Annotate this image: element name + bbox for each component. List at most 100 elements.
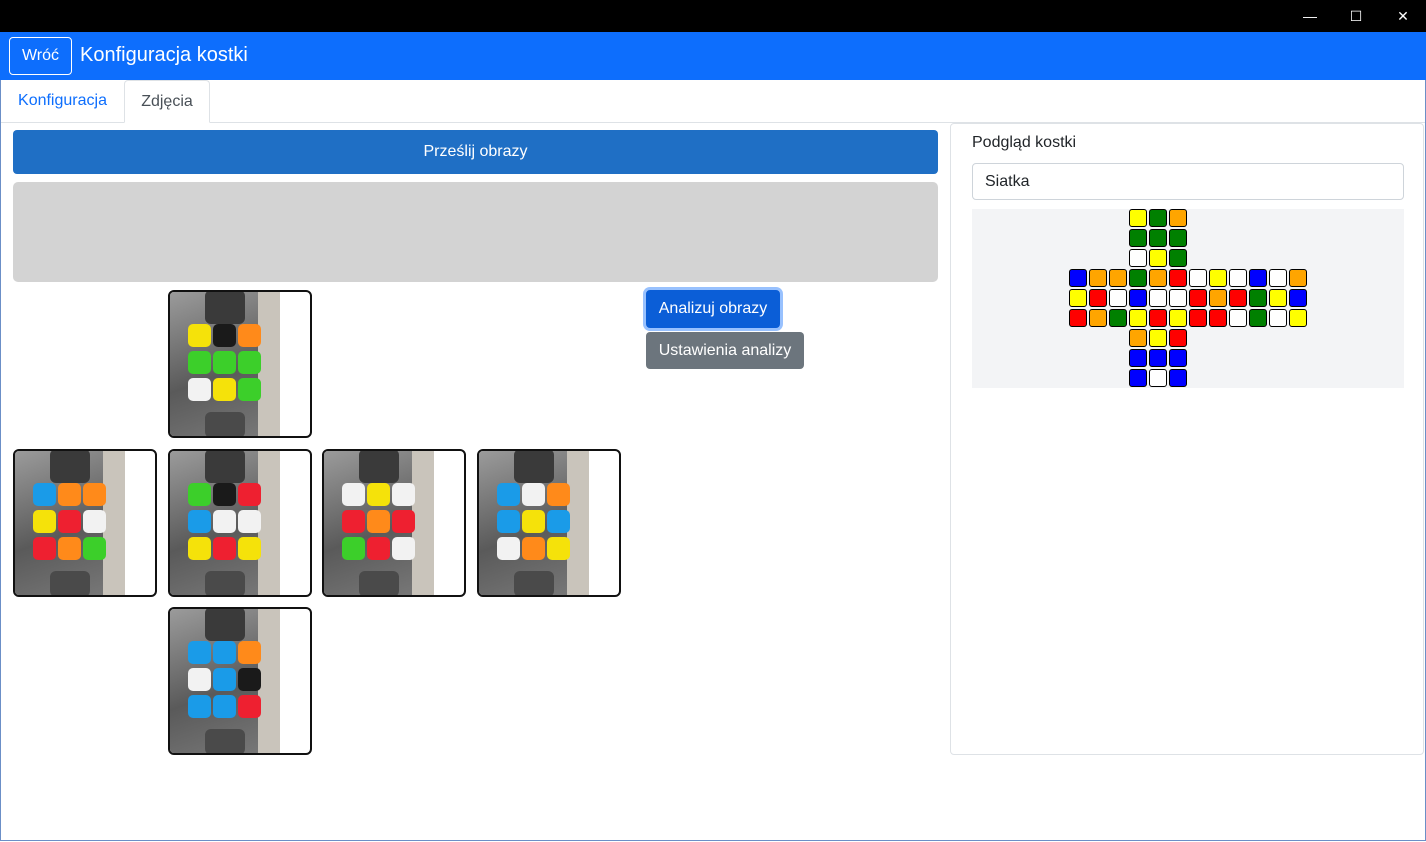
photo-thumbnail-top[interactable] xyxy=(168,290,312,438)
net-cell-back xyxy=(1289,289,1307,307)
net-cell-up xyxy=(1169,209,1187,227)
net-cell-back xyxy=(1269,309,1287,327)
net-cell-down xyxy=(1169,349,1187,367)
analysis-settings-button[interactable]: Ustawienia analizy xyxy=(646,332,804,369)
net-cell-right xyxy=(1209,289,1227,307)
cube-sticker xyxy=(213,537,236,560)
image-dropzone[interactable] xyxy=(13,182,938,282)
net-cell-up xyxy=(1169,249,1187,267)
net-cell-down xyxy=(1169,369,1187,387)
upload-images-button[interactable]: Prześlij obrazy xyxy=(13,130,938,174)
net-cell-left xyxy=(1069,289,1087,307)
cube-sticker xyxy=(547,483,570,506)
net-cell-up xyxy=(1129,249,1147,267)
net-cell-right xyxy=(1229,309,1247,327)
cube-sticker xyxy=(188,483,211,506)
cube-photo xyxy=(170,609,280,753)
net-cell-front xyxy=(1129,289,1147,307)
net-cell-down xyxy=(1129,369,1147,387)
photo-thumbnail-bottom[interactable] xyxy=(168,607,312,755)
cube-sticker xyxy=(83,510,106,533)
cube-sticker xyxy=(213,641,236,664)
net-cell-back xyxy=(1269,289,1287,307)
cube-sticker xyxy=(188,378,211,401)
cube-sticker xyxy=(33,510,56,533)
back-button[interactable]: Wróć xyxy=(9,37,72,75)
photo-thumbnail-front[interactable] xyxy=(168,449,312,597)
cube-sticker xyxy=(213,378,236,401)
net-cell-front xyxy=(1169,309,1187,327)
cube-sticker xyxy=(33,537,56,560)
net-cell-left xyxy=(1089,309,1107,327)
cube-sticker xyxy=(522,483,545,506)
photo-thumbnail-back[interactable] xyxy=(477,449,621,597)
photo-thumbnail-left[interactable] xyxy=(13,449,157,597)
minimize-button[interactable]: — xyxy=(1287,0,1333,32)
net-cell-down xyxy=(1149,329,1167,347)
net-cell-up xyxy=(1149,229,1167,247)
net-cell-left xyxy=(1109,309,1127,327)
cube-sticker xyxy=(188,668,211,691)
net-cell-back xyxy=(1249,269,1267,287)
analyze-images-button[interactable]: Analizuj obrazy xyxy=(646,290,780,328)
net-cell-left xyxy=(1089,289,1107,307)
photo-thumbnail-right[interactable] xyxy=(322,449,466,597)
cube-sticker xyxy=(238,324,261,347)
cube-sticker xyxy=(83,483,106,506)
tab-bar: Konfiguracja Zdjęcia xyxy=(0,80,1426,123)
net-cell-left xyxy=(1069,269,1087,287)
cube-sticker xyxy=(238,641,261,664)
cube-sticker xyxy=(392,483,415,506)
net-cell-right xyxy=(1229,289,1247,307)
cube-sticker xyxy=(392,510,415,533)
cube-sticker xyxy=(213,351,236,374)
net-cell-down xyxy=(1149,369,1167,387)
net-cell-back xyxy=(1289,269,1307,287)
cube-sticker xyxy=(58,483,81,506)
cube-photo xyxy=(479,451,589,595)
net-cell-right xyxy=(1189,269,1207,287)
cube-sticker xyxy=(238,537,261,560)
cube-sticker xyxy=(188,324,211,347)
cube-preview-panel: Podgląd kostki Siatka xyxy=(950,123,1424,755)
net-cell-down xyxy=(1129,349,1147,367)
net-cell-back xyxy=(1249,289,1267,307)
cube-sticker xyxy=(58,510,81,533)
net-cell-right xyxy=(1189,309,1207,327)
cube-photo xyxy=(324,451,434,595)
cube-sticker xyxy=(33,483,56,506)
net-cell-back xyxy=(1289,309,1307,327)
cube-sticker xyxy=(547,510,570,533)
cube-photo xyxy=(170,292,280,436)
net-cell-right xyxy=(1229,269,1247,287)
cube-sticker xyxy=(188,537,211,560)
cube-sticker xyxy=(188,510,211,533)
cube-sticker xyxy=(238,483,261,506)
net-cell-up xyxy=(1129,209,1147,227)
cube-sticker xyxy=(497,537,520,560)
net-cell-up xyxy=(1129,229,1147,247)
cube-sticker xyxy=(367,483,390,506)
net-cell-up xyxy=(1169,229,1187,247)
cube-photo xyxy=(15,451,125,595)
cube-sticker xyxy=(188,641,211,664)
tab-photos[interactable]: Zdjęcia xyxy=(124,80,210,123)
net-cell-right xyxy=(1209,309,1227,327)
net-cell-down xyxy=(1149,349,1167,367)
app-header: Wróć Konfiguracja kostki xyxy=(0,32,1426,80)
cube-sticker xyxy=(342,537,365,560)
close-button[interactable]: ✕ xyxy=(1380,0,1426,32)
net-cell-front xyxy=(1169,289,1187,307)
cube-sticker xyxy=(367,510,390,533)
cube-sticker xyxy=(238,510,261,533)
net-cell-back xyxy=(1269,269,1287,287)
net-cell-right xyxy=(1209,269,1227,287)
view-mode-select[interactable]: Siatka xyxy=(972,163,1404,200)
maximize-button[interactable]: ☐ xyxy=(1333,0,1379,32)
cube-sticker xyxy=(213,510,236,533)
tab-configuration[interactable]: Konfiguracja xyxy=(7,80,118,122)
cube-sticker xyxy=(58,537,81,560)
net-cell-up xyxy=(1149,249,1167,267)
cube-sticker xyxy=(342,483,365,506)
cube-sticker xyxy=(213,483,236,506)
